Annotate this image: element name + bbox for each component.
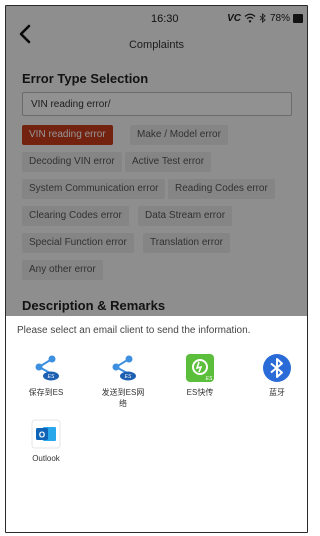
app-outlook[interactable]: O Outlook [16,419,76,464]
dim-overlay[interactable] [6,6,307,316]
app-label: 保存到ES [28,388,64,397]
app-send-to-es-network[interactable]: ES 发送到ES网 络 [93,353,153,409]
svg-text:O: O [39,431,45,440]
bluetooth-icon [262,353,292,383]
svg-text:ES: ES [206,376,213,382]
app-bluetooth[interactable]: 蓝牙 [247,353,307,398]
svg-text:ES: ES [48,374,55,380]
share-sheet-message: Please select an email client to send th… [17,325,251,336]
es-share-icon: ES [31,353,61,383]
es-share-icon: ES [108,353,138,383]
phone-frame: 16:30 VC 78% Complaints Error Type Selec… [5,5,308,533]
es-quick-transfer-icon: ES [185,353,215,383]
app-es-quick-transfer[interactable]: ES ES快传 [170,353,230,398]
share-sheet: Please select an email client to send th… [6,316,307,532]
app-label: 发送到ES网 络 [101,388,145,408]
outlook-icon: O [31,419,61,449]
app-save-to-es[interactable]: ES 保存到ES [16,353,76,398]
app-label: 蓝牙 [269,388,285,397]
app-label: Outlook [32,454,60,463]
app-label: ES快传 [186,388,214,397]
svg-text:ES: ES [125,374,132,380]
